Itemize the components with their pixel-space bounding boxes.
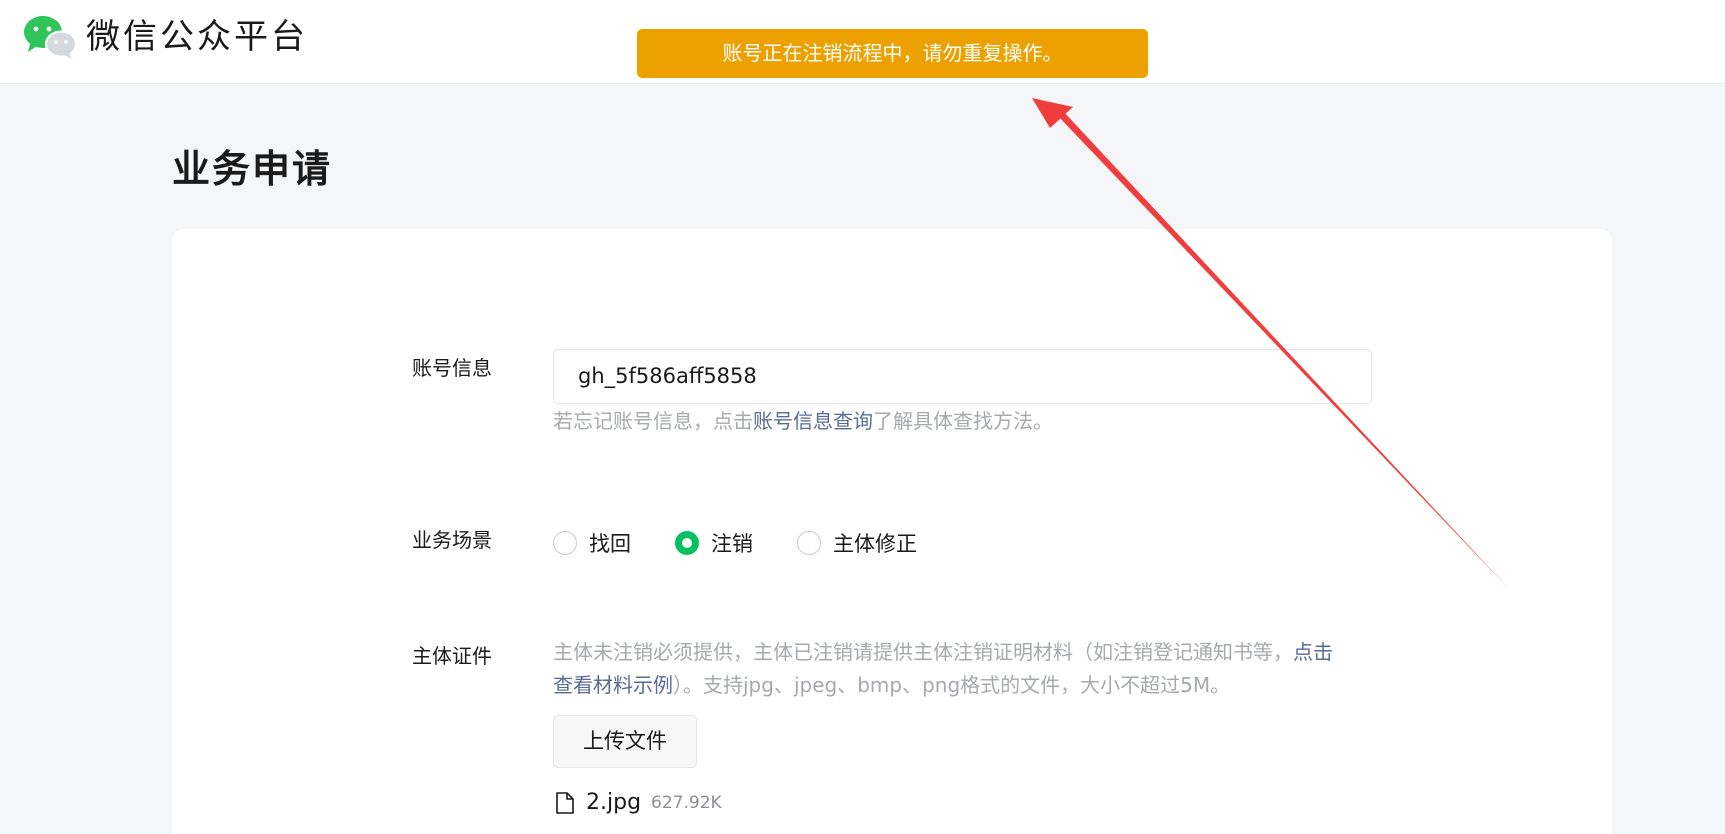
uploaded-file[interactable]: 2.jpg 627.92K xyxy=(556,790,722,815)
account-label: 账号信息 xyxy=(412,356,492,380)
account-hint-suffix: 了解具体查找方法。 xyxy=(873,409,1053,433)
radio-option-entity-correction[interactable]: 主体修正 xyxy=(797,528,917,558)
wechat-logo-icon xyxy=(24,16,77,59)
certificate-hint: 主体未注销必须提供，主体已注销请提供主体注销证明材料（如注销登记通知书等，点击查… xyxy=(553,636,1383,702)
radio-button-checked[interactable] xyxy=(675,531,699,555)
view-example-link-part1[interactable]: 点击 xyxy=(1293,640,1333,664)
account-input[interactable]: gh_5f586aff5858 xyxy=(553,349,1372,404)
radio-button[interactable] xyxy=(797,531,821,555)
page-title: 业务申请 xyxy=(172,147,333,191)
radio-label: 找回 xyxy=(589,532,631,556)
radio-option-recover[interactable]: 找回 xyxy=(553,528,631,558)
logo[interactable]: 微信公众平台 xyxy=(22,14,308,60)
warning-toast: 账号正在注销流程中，请勿重复操作。 xyxy=(637,29,1148,78)
view-example-link[interactable]: 查看材料示例 xyxy=(553,673,673,697)
radio-button[interactable] xyxy=(553,531,577,555)
account-hint: 若忘记账号信息，点击账号信息查询了解具体查找方法。 xyxy=(553,405,1053,438)
radio-option-cancel[interactable]: 注销 xyxy=(675,528,753,558)
certificate-hint-prefix: 主体未注销必须提供，主体已注销请提供主体注销证明材料（如注销登记通知书等， xyxy=(553,640,1293,664)
upload-file-button[interactable]: 上传文件 xyxy=(553,715,697,768)
logo-text: 微信公众平台 xyxy=(86,17,308,57)
radio-label: 注销 xyxy=(711,532,753,556)
scene-radio-group: 找回 注销 主体修正 xyxy=(553,528,961,558)
file-size: 627.92K xyxy=(651,792,722,813)
scene-label: 业务场景 xyxy=(412,528,492,552)
radio-label: 主体修正 xyxy=(833,532,917,556)
file-name: 2.jpg xyxy=(586,790,642,815)
certificate-label: 主体证件 xyxy=(412,644,492,668)
file-icon xyxy=(556,791,574,814)
account-hint-prefix: 若忘记账号信息，点击 xyxy=(553,409,753,433)
account-lookup-link[interactable]: 账号信息查询 xyxy=(753,409,873,433)
certificate-hint-suffix: ）。支持jpg、jpeg、bmp、png格式的文件，大小不超过5M。 xyxy=(673,673,1231,697)
